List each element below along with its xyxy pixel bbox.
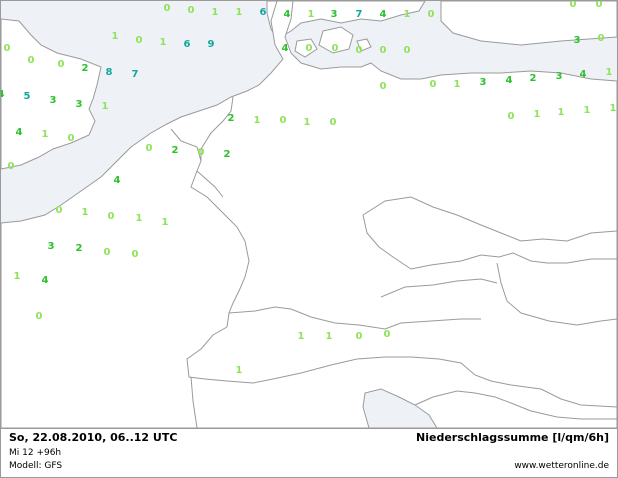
precip-value-label: 1 xyxy=(298,331,305,342)
precip-value-label: 1 xyxy=(82,207,89,218)
precip-value-label: 0 xyxy=(56,205,63,216)
precip-value-label: 0 xyxy=(380,81,387,92)
precip-value-label: 1 xyxy=(606,67,613,78)
source-credit: www.wetteronline.de xyxy=(514,461,609,471)
precip-value-label: 0 xyxy=(380,45,387,56)
precip-value-label: 7 xyxy=(356,9,363,20)
precip-value-label: 0 xyxy=(384,329,391,340)
precip-value-label: 4 xyxy=(284,9,291,20)
map-footer: So, 22.08.2010, 06..12 UTC Mi 12 +96h Mo… xyxy=(1,428,617,477)
precip-value-label: 1 xyxy=(610,103,617,114)
precip-value-label: 0 xyxy=(132,249,139,260)
precip-value-label: 3 xyxy=(556,71,563,82)
precip-value-label: 2 xyxy=(224,149,231,160)
precip-value-label: 2 xyxy=(76,243,83,254)
precip-value-label: 0 xyxy=(108,211,115,222)
precip-value-label: 0 xyxy=(430,79,437,90)
precip-value-label: 3 xyxy=(574,35,581,46)
precip-value-label: 2 xyxy=(172,145,179,156)
precip-value-label: 4 xyxy=(282,43,289,54)
precip-value-label: 1 xyxy=(212,7,219,18)
precip-value-label: 1 xyxy=(236,365,243,376)
precip-value-label: 0 xyxy=(570,1,577,10)
precip-value-label: 4 xyxy=(114,175,121,186)
precip-value-label: 1 xyxy=(236,7,243,18)
precip-value-label: 4 xyxy=(380,9,387,20)
precip-value-label: 0 xyxy=(330,117,337,128)
precip-value-label: 8 xyxy=(106,67,113,78)
precip-value-label: 0 xyxy=(428,9,435,20)
precip-value-label: 0 xyxy=(356,45,363,56)
precip-value-label: 3 xyxy=(76,99,83,110)
precip-value-label: 4 xyxy=(1,89,5,100)
precip-value-label: 0 xyxy=(28,55,35,66)
precip-value-label: 0 xyxy=(146,143,153,154)
precip-value-label: 0 xyxy=(280,115,287,126)
precip-value-label: 4 xyxy=(16,127,23,138)
precip-value-label: 0 xyxy=(332,43,339,54)
precip-value-label: 1 xyxy=(308,9,315,20)
precip-value-label: 0 xyxy=(356,331,363,342)
precip-value-label: 4 xyxy=(42,275,49,286)
precip-value-label: 0 xyxy=(596,1,603,10)
precip-value-label: 3 xyxy=(50,95,57,106)
precip-value-label: 7 xyxy=(132,69,139,80)
precip-value-label: 1 xyxy=(304,117,311,128)
precip-value-label: 2 xyxy=(530,73,537,84)
precip-value-label: 1 xyxy=(112,31,119,42)
precip-value-label: 0 xyxy=(306,43,313,54)
precip-value-label: 1 xyxy=(42,129,49,140)
precip-value-label: 1 xyxy=(558,107,565,118)
precip-value-label: 1 xyxy=(254,115,261,126)
model-name: Modell: GFS xyxy=(9,461,63,471)
precip-value-label: 1 xyxy=(160,37,167,48)
precip-value-label: 5 xyxy=(24,91,31,102)
precip-value-label: 0 xyxy=(598,33,605,44)
precip-value-label: 0 xyxy=(404,45,411,56)
precip-value-label: 0 xyxy=(188,5,195,16)
precip-value-label: 6 xyxy=(260,7,267,18)
map-legend-title: Niederschlagssumme [l/qm/6h] xyxy=(416,431,609,444)
precip-value-label: 1 xyxy=(162,217,169,228)
precip-value-label: 2 xyxy=(82,63,89,74)
precip-value-label: 0 xyxy=(104,247,111,258)
precip-value-label: 0 xyxy=(68,133,75,144)
precip-value-label: 0 xyxy=(136,35,143,46)
precip-value-label: 0 xyxy=(4,43,11,54)
precip-value-label: 3 xyxy=(48,241,55,252)
precip-value-label: 0 xyxy=(198,147,205,158)
precip-value-label: 3 xyxy=(480,77,487,88)
precip-value-label: 4 xyxy=(580,69,587,80)
precip-value-label: 1 xyxy=(102,101,109,112)
precip-value-label: 1 xyxy=(326,331,333,342)
precip-value-label: 2 xyxy=(228,113,235,124)
precip-value-label: 1 xyxy=(454,79,461,90)
precip-value-label: 1 xyxy=(136,213,143,224)
precip-value-label: 0 xyxy=(8,161,15,172)
precipitation-map: 0 0 1 1 6 4 1 3 7 4 1 0 0 1 0 1 6 9 4 0 0 0 0 0 0 0 0 0 2 8 7 3 0 0 0 1 3 4 2 3… xyxy=(1,1,617,428)
precip-value-label: 1 xyxy=(584,105,591,116)
precip-value-label: 0 xyxy=(58,59,65,70)
precip-value-label: 9 xyxy=(208,39,215,50)
forecast-date: So, 22.08.2010, 06..12 UTC xyxy=(9,431,178,444)
precip-value-label: 4 xyxy=(506,75,513,86)
precip-value-label: 6 xyxy=(184,39,191,50)
precip-value-label: 1 xyxy=(14,271,21,282)
weather-map-frame: 0 0 1 1 6 4 1 3 7 4 1 0 0 1 0 1 6 9 4 0 0 0 0 0 0 0 0 0 2 8 7 3 0 0 0 1 3 4 2 3… xyxy=(0,0,618,478)
precip-value-label: 1 xyxy=(534,109,541,120)
precip-value-label: 1 xyxy=(404,9,411,20)
precip-value-label: 0 xyxy=(164,3,171,14)
model-run: Mi 12 +96h xyxy=(9,448,62,458)
precip-value-label: 0 xyxy=(508,111,515,122)
precip-value-label: 0 xyxy=(36,311,43,322)
precip-value-label: 3 xyxy=(331,9,338,20)
